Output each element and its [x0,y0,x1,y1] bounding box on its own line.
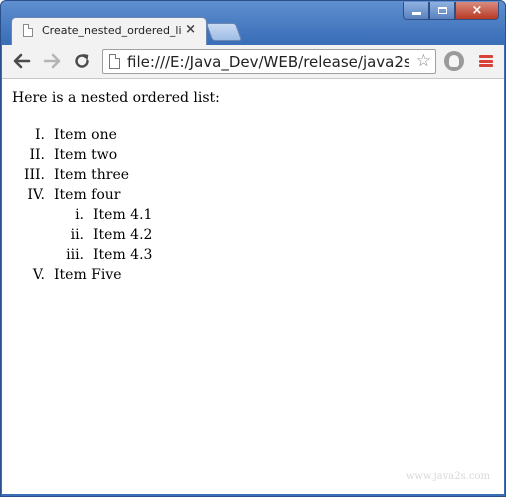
list-item-text: Item 4.2 [93,227,153,243]
new-tab-button[interactable] [205,23,243,41]
back-arrow-icon [13,53,31,69]
watermark: www.java2s.com [405,471,490,482]
browser-window: Create_nested_ordered_lis × × file:///E:… [0,0,506,497]
page-content: Here is a nested ordered list: I. Item o… [2,79,504,494]
forward-button[interactable] [40,50,64,72]
page-icon [23,24,33,37]
window-controls: × [403,2,499,20]
maximize-icon [437,7,447,14]
back-button[interactable] [10,50,34,72]
list-item-text: Item Five [54,267,122,283]
list-marker: III. [23,167,45,183]
minimize-button[interactable] [403,2,429,20]
extension-icon[interactable] [444,51,464,71]
list-marker: IV. [27,187,45,203]
list-marker: ii. [70,227,84,243]
tab-active[interactable]: Create_nested_ordered_lis × [11,17,207,45]
list-item-text: Item one [54,127,117,143]
list-marker: i. [75,207,84,223]
reload-button[interactable] [70,50,94,72]
list-marker: V. [32,267,45,283]
list-item-text: Item three [54,167,130,183]
url-text[interactable]: file:///E:/Java_Dev/WEB/release/java2sID [127,53,409,71]
list-item-text: Item two [54,147,118,163]
intro-text: Here is a nested ordered list: [12,90,220,106]
extension-glyph [449,55,459,67]
list-item-text: Item 4.1 [93,207,153,223]
maximize-button[interactable] [429,2,455,20]
list-item-text: Item 4.3 [93,247,153,263]
list-marker: iii. [66,247,84,263]
list-item-text: Item four [54,187,121,203]
file-icon [109,54,120,69]
menu-icon[interactable] [479,55,493,67]
close-icon: × [471,3,483,18]
tab-close-icon[interactable]: × [185,22,196,37]
reload-icon [75,54,89,68]
tab-title: Create_nested_ordered_lis [42,24,182,37]
title-bar: Create_nested_ordered_lis × × [1,1,505,45]
star-icon[interactable]: ☆ [416,51,431,71]
list-marker: I. [35,127,45,143]
minimize-icon [411,11,421,15]
forward-arrow-icon [43,53,61,69]
list-marker: II. [29,147,45,163]
close-window-button[interactable]: × [455,2,499,20]
address-bar[interactable]: file:///E:/Java_Dev/WEB/release/java2sID… [102,49,436,74]
navigation-toolbar: file:///E:/Java_Dev/WEB/release/java2sID… [2,45,504,79]
